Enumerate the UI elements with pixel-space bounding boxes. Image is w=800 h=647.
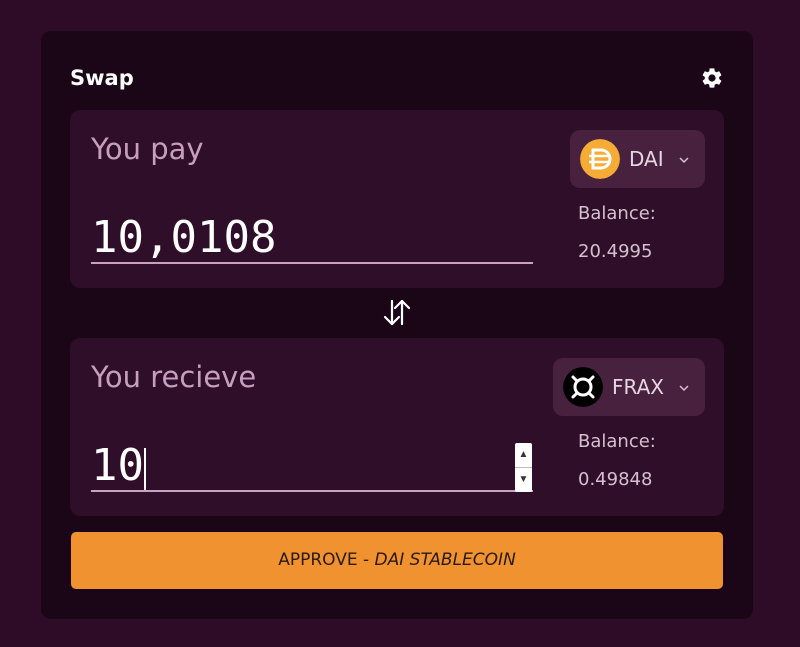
stepper-down-icon[interactable]: ▼ <box>515 468 532 492</box>
pay-token-symbol: DAI <box>629 147 664 171</box>
frax-icon <box>563 367 603 407</box>
dai-icon <box>580 139 620 179</box>
stepper-up-icon[interactable]: ▲ <box>515 443 532 468</box>
receive-label: You recieve <box>91 360 257 394</box>
pay-label: You pay <box>91 132 204 166</box>
pay-token-selector[interactable]: DAI <box>570 130 705 188</box>
receive-panel: You recieve FRAX ▲ ▼ Balanc <box>70 338 724 516</box>
chevron-down-icon <box>679 157 689 164</box>
chevron-down-icon <box>679 385 689 392</box>
swap-card: Swap You pay DAI Balance: 20.4995 <box>41 31 753 619</box>
text-caret <box>144 448 146 490</box>
pay-balance-label: Balance: <box>578 203 656 224</box>
gear-icon[interactable] <box>700 66 724 90</box>
pay-balance-value: 20.4995 <box>578 241 653 262</box>
quantity-stepper[interactable]: ▲ ▼ <box>515 443 532 492</box>
swap-arrows-icon[interactable] <box>379 297 415 329</box>
receive-balance-label: Balance: <box>578 431 656 452</box>
approve-token-name: DAI STABLECOIN <box>374 550 516 570</box>
approve-prefix: APPROVE - <box>278 550 375 570</box>
approve-button[interactable]: APPROVE - DAI STABLECOIN <box>71 532 723 589</box>
pay-amount-input[interactable] <box>91 214 533 264</box>
pay-panel: You pay DAI Balance: 20.4995 <box>70 110 724 288</box>
receive-token-selector[interactable]: FRAX <box>553 358 705 416</box>
receive-amount-input[interactable] <box>91 442 533 492</box>
receive-token-symbol: FRAX <box>612 375 664 399</box>
receive-balance-value: 0.49848 <box>578 469 653 490</box>
swap-title: Swap <box>70 66 134 90</box>
